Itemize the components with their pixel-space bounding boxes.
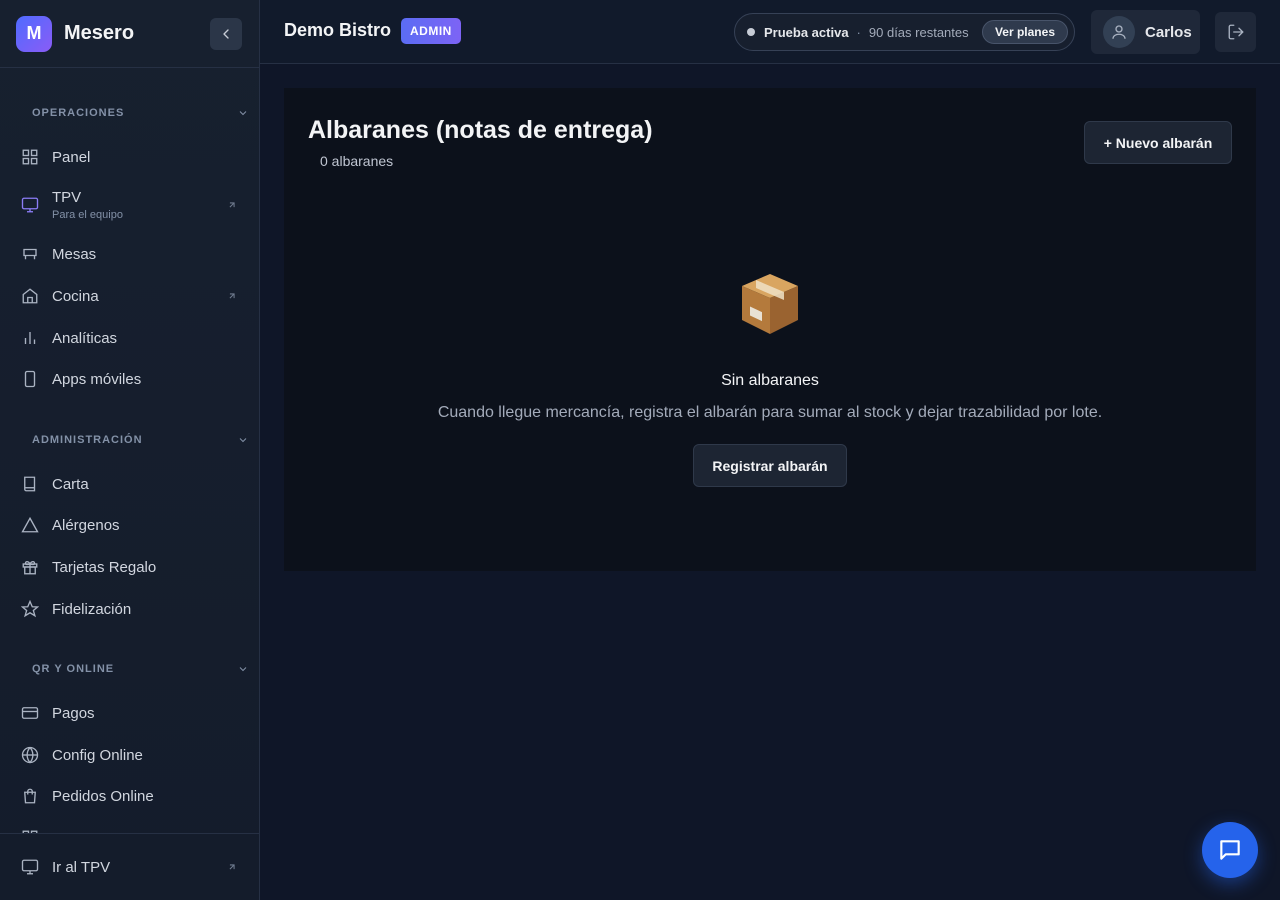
sidebar-item-label: Pagos [52,704,95,722]
trial-label: Prueba activa [764,24,849,40]
sidebar-item-tarjetas-regalo[interactable]: Tarjetas Regalo [0,547,259,587]
section-title: OPERACIONES [32,107,125,119]
trial-status: Prueba activa · 90 días restantes Ver pl… [734,13,1075,51]
sidebar-item-label: Apps móviles [52,370,142,388]
chevron-down-icon [239,438,247,443]
gift-icon [20,557,40,577]
section-administracion[interactable]: ADMINISTRACIÓN [0,430,259,450]
sidebar-footer: Ir al TPV [0,833,259,900]
brand-logo[interactable]: M [16,15,52,52]
monitor-icon [20,857,40,877]
sidebar: M Mesero OPERACIONES Panel TPV Para el e… [0,0,260,900]
section-title: QR Y ONLINE [32,663,115,675]
sidebar-item-alergenos[interactable]: Alérgenos [0,505,259,545]
avatar [1103,16,1135,48]
sidebar-item-pagos[interactable]: Pagos [0,693,259,733]
sidebar-item-analiticas[interactable]: Analíticas [0,318,259,358]
sidebar-item-apps-moviles[interactable]: Apps móviles [0,359,259,399]
new-delivery-note-button[interactable]: + Nuevo albarán [1084,121,1232,164]
sidebar-item-label: Pedidos Online [52,787,154,805]
status-dot [747,28,755,36]
bar-chart-icon [20,328,40,348]
sidebar-item-fidelizacion[interactable]: Fidelización [0,589,259,629]
sidebar-item-config-online[interactable]: Config Online [0,735,259,775]
sidebar-item-label: Panel [52,148,91,166]
sidebar-item-partial[interactable] [0,818,259,833]
sidebar-item-panel[interactable]: Panel [0,137,259,177]
brand-name: Mesero [64,22,135,44]
external-link-icon [229,202,235,208]
sidebar-item-label: Fidelización [52,600,132,618]
sidebar-item-cocina[interactable]: Cocina [0,276,259,316]
user-menu[interactable]: Carlos [1091,10,1200,54]
sidebar-item-label: Carta [52,475,89,493]
external-link-icon [229,864,235,870]
chat-icon [1220,840,1240,860]
chevron-down-icon [239,111,247,116]
package-icon [736,270,804,343]
record-count: 0 albaranes [320,153,394,169]
table-icon [20,244,40,264]
shopping-bag-icon [20,786,40,806]
org-name: Demo Bistro [284,20,392,40]
sidebar-item-label: Alérgenos [52,516,120,534]
star-icon [20,599,40,619]
chat-button[interactable] [1202,822,1258,878]
sidebar-item-carta[interactable]: Carta [0,464,259,504]
view-plans-button[interactable]: Ver planes [981,20,1068,44]
chevron-down-icon [239,667,247,672]
logout-icon [1228,24,1243,40]
alert-triangle-icon [20,515,40,535]
delivery-notes-card: Albaranes (notas de entrega) 0 albaranes… [284,88,1256,571]
grid-icon [20,147,40,167]
user-name: Carlos [1145,23,1192,41]
register-delivery-note-button[interactable]: Registrar albarán [693,444,847,487]
empty-state-description: Cuando llegue mercancía, registra el alb… [437,404,1103,421]
sidebar-item-tpv[interactable]: TPV Para el equipo [0,181,259,229]
sidebar-item-label: Config Online [52,746,143,764]
sidebar-item-label: Analíticas [52,329,118,347]
logout-button[interactable] [1215,12,1256,52]
sidebar-item-label: Tarjetas Regalo [52,558,157,576]
user-icon [1112,25,1126,39]
section-title: ADMINISTRACIÓN [32,434,143,446]
section-qr-online[interactable]: QR Y ONLINE [0,659,259,679]
section-operaciones[interactable]: OPERACIONES [0,103,259,123]
sidebar-item-label: Cocina [52,287,99,305]
collapse-sidebar-button[interactable] [210,18,242,50]
empty-state-title: Sin albaranes [721,372,819,389]
sidebar-item-ir-al-tpv[interactable]: Ir al TPV [0,847,259,887]
sidebar-item-pedidos-online[interactable]: Pedidos Online [0,776,259,816]
sidebar-item-label: Ir al TPV [52,858,111,876]
globe-icon [20,745,40,765]
topbar: Demo Bistro ADMIN Prueba activa · 90 día… [260,0,1280,64]
brand: M Mesero [0,0,259,68]
chevron-left-icon [223,29,229,39]
role-badge: ADMIN [401,18,461,44]
page-title: Albaranes (notas de entrega) [308,116,653,144]
sidebar-item-sublabel: Para el equipo [52,209,123,221]
monitor-icon [20,195,40,215]
book-icon [20,474,40,494]
credit-card-icon [20,703,40,723]
sidebar-item-label: Mesas [52,245,97,263]
smartphone-icon [20,369,40,389]
trial-days: 90 días restantes [868,24,969,40]
sidebar-item-label: TPV [52,189,82,206]
home-icon [20,286,40,306]
sidebar-item-mesas[interactable]: Mesas [0,234,259,274]
external-link-icon [229,293,235,299]
sidebar-nav[interactable]: OPERACIONES Panel TPV Para el equipo Mes… [0,69,259,833]
trial-separator: · [856,24,861,40]
